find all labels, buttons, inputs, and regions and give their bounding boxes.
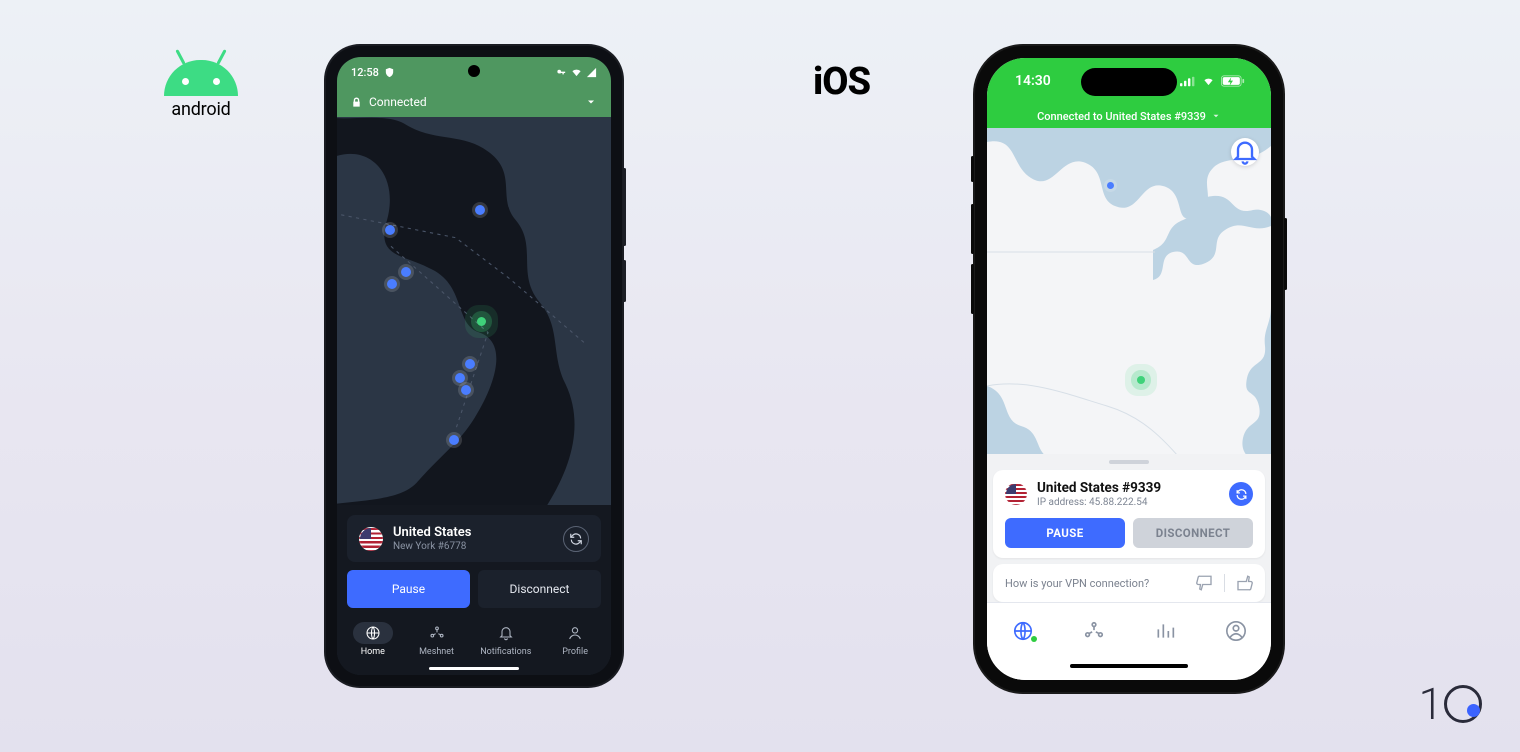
ios-tab-bar (987, 602, 1271, 658)
profile-icon (1225, 620, 1247, 642)
nav-profile[interactable]: Profile (555, 622, 595, 657)
server-pin[interactable] (1107, 182, 1114, 189)
bars-icon (1155, 621, 1175, 641)
us-flag-icon (359, 527, 383, 551)
lock-icon (351, 97, 362, 108)
ios-connected-label: Connected to United States #9339 (1037, 110, 1206, 123)
brand-10-logo: 1 (1419, 682, 1482, 726)
server-pin[interactable] (401, 267, 411, 277)
disconnect-button[interactable]: DISCONNECT (1133, 518, 1253, 548)
server-pin[interactable] (475, 205, 485, 215)
android-bottom-sheet: United States New York #6778 Pause Disco… (337, 505, 611, 614)
android-connected-label: Connected (369, 95, 427, 109)
wifi-icon (571, 67, 582, 78)
android-camera-cutout (468, 65, 480, 77)
android-gesture-bar (337, 661, 611, 675)
tab-profile[interactable] (1216, 611, 1256, 651)
pause-button[interactable]: Pause (347, 570, 470, 608)
wifi-icon (1201, 76, 1216, 87)
android-time: 12:58 (351, 66, 379, 79)
chevron-down-icon[interactable] (585, 96, 597, 108)
server-pin-active[interactable] (1137, 376, 1145, 384)
globe-icon (1012, 620, 1034, 642)
disconnect-button[interactable]: Disconnect (478, 570, 601, 608)
refresh-icon (569, 532, 583, 546)
nav-notifications[interactable]: Notifications (480, 622, 531, 657)
ios-server-card: United States #9339 IP address: 45.88.22… (993, 470, 1265, 558)
sheet-handle[interactable] (1109, 460, 1149, 464)
cellular-icon (1180, 76, 1196, 87)
thumbs-down-icon[interactable] (1196, 574, 1214, 592)
refresh-icon (1235, 488, 1248, 501)
ios-connected-bar[interactable]: Connected to United States #9339 (987, 104, 1271, 128)
server-pin[interactable] (455, 373, 465, 383)
server-ip: IP address: 45.88.222.54 (1037, 497, 1219, 508)
chevron-down-icon (1211, 111, 1221, 121)
server-pin[interactable] (461, 385, 471, 395)
server-country: United States (393, 525, 553, 540)
android-phone-frame: 12:58 Connected (326, 46, 622, 686)
ios-time: 14:30 (1015, 73, 1051, 89)
ios-feedback-card: How is your VPN connection? (993, 564, 1265, 602)
feedback-question: How is your VPN connection? (1005, 577, 1149, 590)
iphone-frame: 14:30 Connected to United States #9339 (975, 46, 1283, 692)
nav-label: Notifications (480, 647, 531, 657)
android-bottom-nav: Home Meshnet Notifications Profile (337, 614, 611, 661)
shield-icon (384, 67, 395, 78)
nav-label: Meshnet (419, 647, 454, 657)
server-pin-active[interactable] (477, 317, 486, 326)
ios-whats-new-button[interactable] (1231, 138, 1259, 166)
thumbs-up-icon[interactable] (1235, 574, 1253, 592)
server-title: United States #9339 (1037, 480, 1219, 496)
bell-icon (498, 625, 514, 641)
nav-home[interactable]: Home (353, 622, 393, 657)
us-flag-icon (1005, 483, 1027, 505)
android-label: android (171, 99, 230, 120)
bell-icon (1231, 138, 1259, 166)
server-pin[interactable] (387, 279, 397, 289)
android-logo: android (164, 60, 238, 120)
battery-icon (586, 67, 597, 78)
reconnect-button[interactable] (1229, 482, 1253, 506)
pause-button[interactable]: PAUSE (1005, 518, 1125, 548)
server-pin[interactable] (385, 225, 395, 235)
nav-label: Home (361, 647, 385, 657)
android-server-card[interactable]: United States New York #6778 (347, 515, 601, 562)
dynamic-island (1081, 68, 1177, 96)
ios-home-indicator (987, 658, 1271, 680)
tab-statistics[interactable] (1145, 611, 1185, 651)
nav-label: Profile (562, 647, 588, 657)
meshnet-icon (1083, 620, 1105, 642)
server-pin[interactable] (449, 435, 459, 445)
android-head-icon (164, 60, 238, 96)
meshnet-icon (429, 625, 445, 641)
ios-label: iOS (813, 60, 870, 104)
android-status-bar: 12:58 (337, 57, 611, 87)
globe-icon (365, 625, 381, 641)
server-detail: New York #6778 (393, 541, 553, 552)
android-connected-bar[interactable]: Connected (337, 87, 611, 117)
ios-bottom-sheet: United States #9339 IP address: 45.88.22… (987, 454, 1271, 602)
ios-map[interactable] (987, 128, 1271, 454)
refresh-button[interactable] (563, 526, 589, 552)
profile-icon (567, 625, 583, 641)
android-map[interactable] (337, 117, 611, 505)
key-icon (556, 67, 567, 78)
tab-home[interactable] (1003, 611, 1043, 651)
nav-meshnet[interactable]: Meshnet (417, 622, 457, 657)
battery-charging-icon (1221, 75, 1245, 87)
tab-meshnet[interactable] (1074, 611, 1114, 651)
server-pin[interactable] (465, 359, 475, 369)
